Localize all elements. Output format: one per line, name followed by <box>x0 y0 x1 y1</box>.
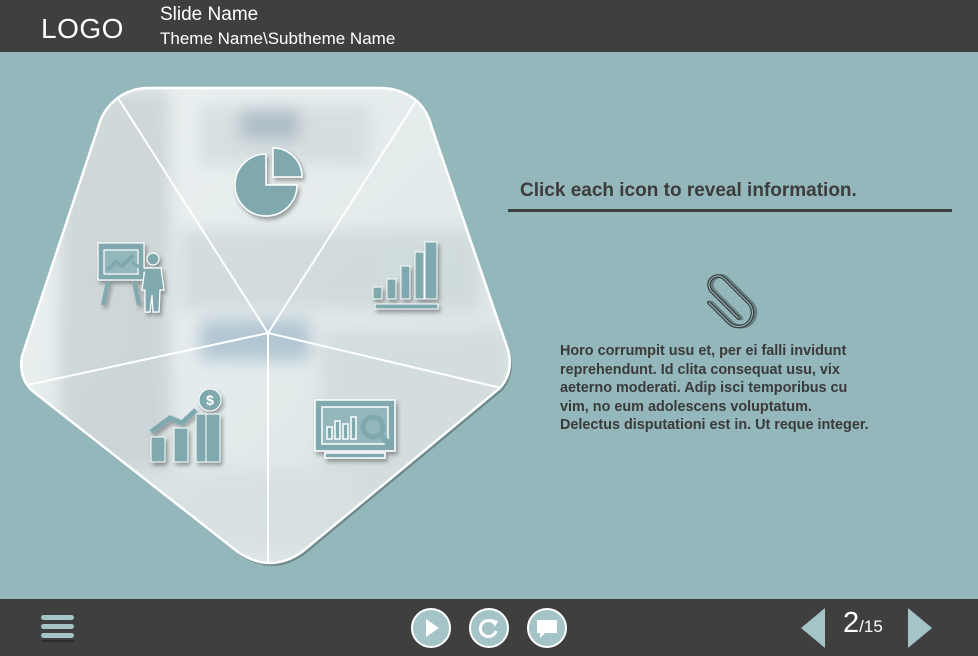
menu-icon[interactable] <box>40 613 76 643</box>
info-line: vim, no eum adolescens voluptatum. <box>560 398 812 415</box>
prev-slide-icon[interactable] <box>798 605 828 651</box>
current-page: 2 <box>843 607 860 639</box>
info-text: Horo corrumpit usu et, per ei falli invi… <box>560 342 920 435</box>
info-line: aeterno moderati. Adip isci temporibus c… <box>560 380 848 397</box>
theme-name: Theme Name\Subtheme Name <box>160 29 396 48</box>
logo: LOGO <box>41 13 124 44</box>
footer-bar: 2/15 <box>0 599 978 656</box>
replay-icon[interactable] <box>468 607 510 649</box>
monitor-analytics-icon[interactable] <box>314 399 396 459</box>
info-line: Horo corrumpit usu et, per ei falli invi… <box>560 343 847 359</box>
play-icon[interactable] <box>410 607 452 649</box>
total-pages: /15 <box>859 617 883 636</box>
slide-name: Slide Name <box>160 4 259 25</box>
instruction-divider <box>508 209 952 212</box>
page-counter: 2/15 <box>843 607 883 640</box>
header-bar: LOGO Slide Name Theme Name\Subtheme Name <box>0 0 978 52</box>
comment-icon[interactable] <box>526 607 568 649</box>
instruction-text: Click each icon to reveal information. <box>520 180 857 201</box>
slide-content: $ Click each icon to reveal information.… <box>0 52 978 599</box>
pentagon-menu: $ <box>20 86 512 566</box>
info-line: reprehendunt. Id clita consequat usu, vi… <box>560 361 840 378</box>
info-line: Delectus disputationi est in. Ut reque i… <box>560 417 869 434</box>
paperclip-icon <box>707 273 758 329</box>
next-slide-icon[interactable] <box>905 605 935 651</box>
svg-text:$: $ <box>206 392 214 408</box>
